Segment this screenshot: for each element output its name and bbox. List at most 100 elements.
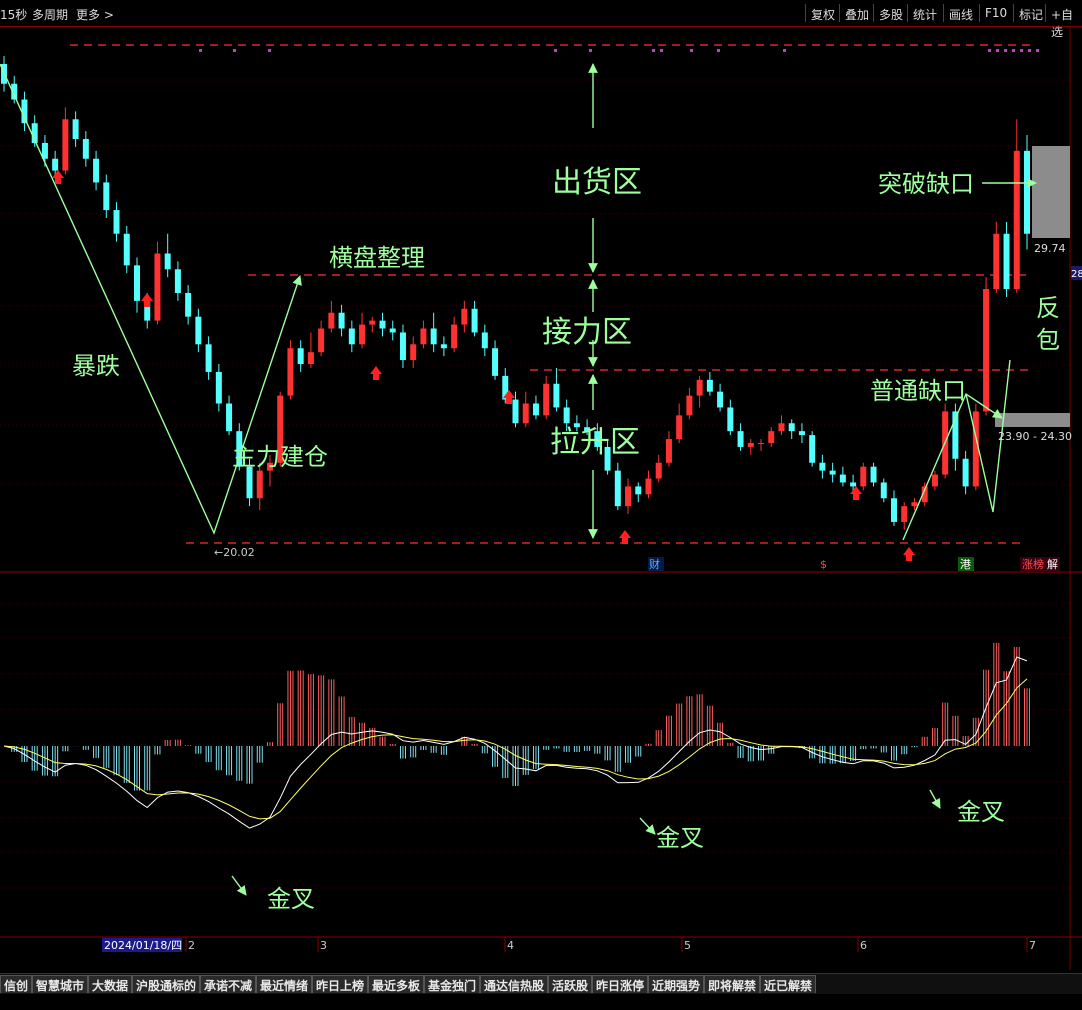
candle-body: [379, 320, 386, 329]
sector-tab-11[interactable]: 昨日涨停: [592, 975, 649, 993]
candle-body: [625, 486, 632, 507]
candle-body: [471, 308, 478, 333]
candle-body: [154, 253, 161, 321]
candle-body: [410, 344, 417, 361]
golden-cross-label-1: 金叉: [267, 885, 315, 913]
xtick-4: 4: [507, 939, 514, 952]
sector-tab-9[interactable]: 通达信热股: [480, 975, 549, 993]
kline-chart[interactable]: 暴跌 主力建仓 横盘整理 出货区 接力区 拉升区 普通缺口 突破缺口 反包 金叉…: [0, 0, 1082, 1010]
build-position-label: 主力建仓: [232, 443, 328, 471]
candle-body: [318, 328, 325, 353]
candle-body: [246, 466, 253, 499]
sector-tab-10[interactable]: 活跃股: [548, 975, 593, 993]
candle-body: [481, 332, 488, 349]
right-axis-tag: 28: [1071, 269, 1082, 280]
finance-marker[interactable]: 财: [649, 557, 660, 571]
candle-body: [931, 474, 938, 487]
sector-tab-4[interactable]: 承诺不减: [200, 975, 257, 993]
xtick-7: 7: [1029, 939, 1036, 952]
candlestick-series: [1, 56, 1030, 530]
candle-body: [983, 289, 990, 412]
distribution-zone-label: 出货区: [552, 165, 642, 200]
macd-dif-line: [3, 656, 1028, 829]
candle-body: [522, 403, 529, 424]
candle-body: [891, 498, 898, 522]
candle-body: [93, 158, 100, 183]
sector-tab-8[interactable]: 基金独门: [424, 975, 481, 993]
dividend-marker[interactable]: $: [820, 558, 827, 571]
candle-body: [553, 383, 560, 408]
candle-body: [205, 344, 212, 372]
candle-body: [185, 292, 192, 317]
candle-body: [737, 431, 744, 447]
xaxis-ticks: [185, 937, 1028, 952]
xtick-6: 6: [860, 939, 867, 952]
candle-body: [133, 265, 140, 301]
candle-body: [113, 210, 120, 234]
candle-body: [72, 119, 79, 140]
candle-body: [420, 328, 427, 345]
candle-body: [440, 344, 447, 349]
candle-body: [195, 316, 202, 345]
sector-tab-13[interactable]: 即将解禁: [704, 975, 761, 993]
candle-body: [512, 399, 519, 424]
candle-body: [614, 470, 621, 507]
unlock-marker[interactable]: 解: [1047, 557, 1058, 571]
xtick-3: 3: [320, 939, 327, 952]
candle-body: [850, 482, 857, 487]
candle-body: [348, 328, 355, 345]
candle-body: [174, 269, 181, 293]
sector-tab-bar: 信创 智慧城市 大数据 沪股通标的 承诺不减 最近情绪 昨日上榜 最近多板 基金独门 通达信热股活…: [0, 973, 1082, 994]
level-lines: [70, 44, 1030, 544]
candle-body: [860, 466, 867, 487]
candle-body: [256, 470, 263, 499]
candle-body: [665, 439, 672, 463]
candle-body: [563, 407, 570, 424]
candle-body: [62, 119, 69, 171]
candle-body: [655, 462, 662, 479]
hk-connect-marker[interactable]: 港: [960, 558, 971, 571]
candle-body: [307, 352, 314, 365]
price-tag-upper: 29.74: [1034, 242, 1066, 255]
xtick-5: 5: [684, 939, 691, 952]
sector-tab-14[interactable]: 近已解禁: [760, 975, 817, 993]
candle-body: [829, 470, 836, 475]
candle-body: [758, 442, 765, 444]
candle-body: [727, 407, 734, 432]
candle-body: [635, 486, 642, 495]
sector-tab-7[interactable]: 最近多板: [368, 975, 425, 993]
xtick-2: 2: [188, 939, 195, 952]
candle-body: [369, 320, 376, 325]
candle-body: [676, 415, 683, 440]
breakout-gap-label: 突破缺口: [878, 170, 974, 198]
candle-body: [993, 233, 1000, 290]
engulf-label: 反包: [1036, 294, 1060, 354]
candle-body: [788, 423, 795, 432]
candle-body: [839, 474, 846, 483]
candle-body: [399, 332, 406, 361]
candle-body: [532, 403, 539, 416]
candle-body: [870, 466, 877, 483]
price-tag-lower: 23.90 - 24.30: [998, 430, 1072, 443]
candle-body: [696, 379, 703, 396]
candle-body: [1024, 150, 1030, 234]
signal-dots: [199, 49, 1039, 52]
sector-tab-1[interactable]: 智慧城市: [32, 975, 89, 993]
candle-body: [819, 462, 826, 471]
limit-up-marker[interactable]: 涨榜: [1022, 557, 1044, 571]
candle-body: [164, 253, 171, 270]
candle-body: [338, 312, 345, 329]
sector-tab-6[interactable]: 昨日上榜: [312, 975, 369, 993]
candle-body: [430, 328, 437, 345]
sector-tab-12[interactable]: 近期强势: [648, 975, 705, 993]
candle-body: [492, 348, 499, 376]
sector-tab-2[interactable]: 大数据: [88, 975, 133, 993]
sector-tab-0[interactable]: 信创: [0, 975, 33, 993]
sector-tab-5[interactable]: 最近情绪: [256, 975, 313, 993]
low-price-label: ←20.02: [214, 546, 255, 559]
candle-body: [1013, 150, 1020, 290]
candle-body: [226, 403, 233, 432]
candle-body: [103, 182, 110, 211]
candle-body: [911, 502, 918, 507]
sector-tab-3[interactable]: 沪股通标的: [132, 975, 201, 993]
